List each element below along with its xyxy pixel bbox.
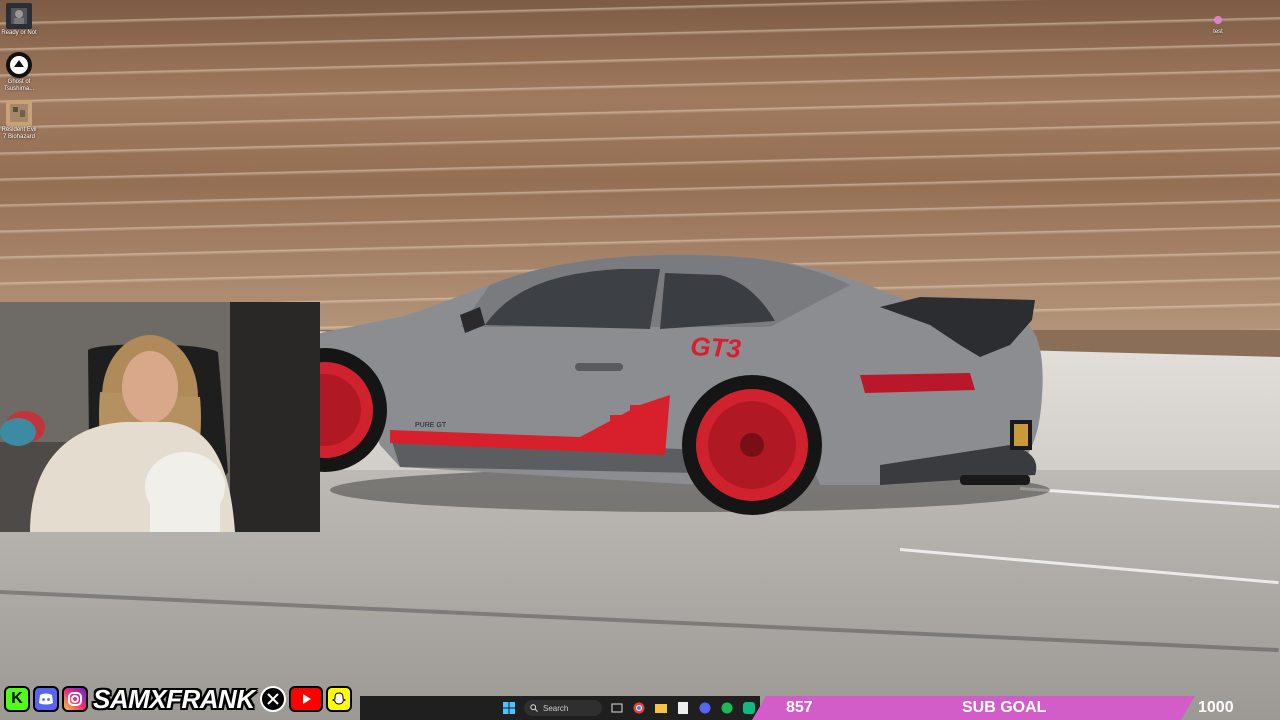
discord-icon — [33, 686, 59, 712]
desktop-icon-test[interactable]: test — [1198, 12, 1238, 36]
social-bar: K SAMXFRANK — [4, 684, 352, 714]
snapchat-icon — [325, 686, 352, 712]
resident-evil-icon — [6, 100, 32, 126]
desktop-icon-resident-evil[interactable]: Resident Evil 7 Biohazard — [0, 100, 39, 141]
desktop-icon-label: Ready or Not — [1, 30, 37, 36]
x-icon — [259, 686, 286, 712]
desktop-icon-ghost-of-tsushima[interactable]: Ghost of Tsushima... — [0, 52, 39, 93]
kick-icon: K — [4, 686, 30, 712]
youtube-icon — [288, 686, 323, 712]
ready-or-not-icon — [6, 3, 32, 29]
desktop-icon-label: Resident Evil 7 Biohazard — [1, 127, 37, 140]
sub-goal-target: 1000 — [1198, 699, 1234, 716]
tail-light — [860, 373, 975, 393]
notepad-icon[interactable] — [674, 699, 692, 717]
windows-start-icon[interactable] — [500, 699, 518, 717]
ghost-of-tsushima-icon — [6, 52, 32, 78]
desktop-icon-label: test — [1213, 29, 1223, 35]
chrome-icon[interactable] — [630, 699, 648, 717]
sub-goal-label: SUB GOAL — [962, 699, 1047, 716]
channel-name: SAMXFRANK — [93, 683, 255, 714]
sub-goal-bar: 857 SUB GOAL 1000 — [752, 696, 1280, 720]
discord-taskbar-icon[interactable] — [696, 699, 714, 717]
test-icon — [1210, 12, 1226, 28]
instagram-icon — [62, 686, 88, 712]
search-icon — [530, 704, 538, 712]
brand-decal: PURE GT — [415, 422, 447, 429]
spotify-icon[interactable] — [718, 699, 736, 717]
task-view-icon[interactable] — [608, 699, 626, 717]
porsche-gt3-car: GT3 PURE GT — [320, 254, 1050, 515]
webcam-overlay — [0, 302, 320, 532]
desktop-icon-ready-or-not[interactable]: Ready or Not — [0, 3, 39, 37]
taskbar-search[interactable]: Search — [524, 700, 602, 716]
file-explorer-icon[interactable] — [652, 699, 670, 717]
search-placeholder: Search — [543, 703, 569, 713]
windows-taskbar: Search — [360, 696, 760, 720]
desktop-icon-label: Ghost of Tsushima... — [3, 79, 35, 92]
sub-goal-current: 857 — [786, 699, 813, 716]
gt3-badge: GT3 — [690, 331, 743, 364]
